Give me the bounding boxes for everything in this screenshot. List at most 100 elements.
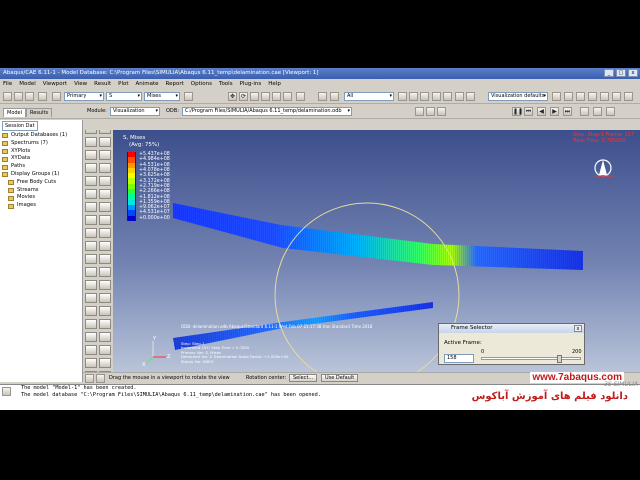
close-button[interactable]: x <box>628 69 638 77</box>
toggle-icon[interactable] <box>432 92 441 101</box>
toolbox-tool-icon[interactable] <box>85 228 97 238</box>
toolbox-tool-icon[interactable] <box>85 345 97 355</box>
box-zoom-icon[interactable] <box>272 92 281 101</box>
view-iso-icon[interactable] <box>588 92 597 101</box>
toolbox-tool-icon[interactable] <box>99 228 111 238</box>
menu-file[interactable]: File <box>3 79 12 89</box>
maximize-button[interactable]: □ <box>616 69 626 77</box>
toolbox-tool-icon[interactable] <box>85 150 97 160</box>
toolbox-tool-icon[interactable] <box>99 345 111 355</box>
toolbox-tool-icon[interactable] <box>99 254 111 264</box>
back-icon[interactable] <box>96 374 105 383</box>
toolbox-tool-icon[interactable] <box>99 150 111 160</box>
magnify-icon[interactable] <box>250 92 259 101</box>
menu-viewport[interactable]: Viewport <box>43 79 67 89</box>
toolbox-tool-icon[interactable] <box>85 137 97 147</box>
toolbox-tool-icon[interactable] <box>99 176 111 186</box>
menu-options[interactable]: Options <box>191 79 212 89</box>
toolbox-tool-icon[interactable] <box>99 358 111 368</box>
toolbox-tool-icon[interactable] <box>99 332 111 342</box>
menu-plot[interactable]: Plot <box>118 79 128 89</box>
toolbox-tool-icon[interactable] <box>85 306 97 316</box>
view-top-icon[interactable] <box>600 92 609 101</box>
cancel-icon[interactable] <box>85 374 94 383</box>
menu-result[interactable]: Result <box>94 79 111 89</box>
toolbox-tool-icon[interactable] <box>99 280 111 290</box>
replace-icon[interactable] <box>330 92 339 101</box>
toolbox-tool-icon[interactable] <box>99 293 111 303</box>
toolbox-tool-icon[interactable] <box>99 202 111 212</box>
view-back-icon[interactable] <box>576 92 585 101</box>
toolbox-tool-icon[interactable] <box>85 189 97 199</box>
close-icon[interactable]: x <box>574 325 582 332</box>
movie-icon[interactable] <box>580 107 589 116</box>
toolbox-tool-icon[interactable] <box>85 163 97 173</box>
last-frame-icon[interactable]: ⏭ <box>563 107 572 116</box>
s-combo[interactable]: S <box>106 92 142 101</box>
minimize-button[interactable]: _ <box>604 69 614 77</box>
camera-icon[interactable] <box>606 107 615 116</box>
toolbox-tool-icon[interactable] <box>85 267 97 277</box>
color-code-icon[interactable] <box>466 92 475 101</box>
frame-slider-track[interactable] <box>481 355 581 363</box>
rotate-icon[interactable]: ⟳ <box>239 92 248 101</box>
field-output-icon[interactable] <box>52 92 61 101</box>
display-group-manager-icon[interactable] <box>420 92 429 101</box>
pause-icon[interactable]: ❚❚ <box>512 107 523 116</box>
print-icon[interactable] <box>38 92 47 101</box>
menu-model[interactable]: Model <box>19 79 36 89</box>
toolbox-tool-icon[interactable] <box>99 215 111 225</box>
toolbox-tool-icon[interactable] <box>99 319 111 329</box>
menu-help[interactable]: Help <box>268 79 281 89</box>
menu-plugins[interactable]: Plug-ins <box>240 79 262 89</box>
all-combo[interactable]: All <box>344 92 394 101</box>
options-icon[interactable] <box>443 92 452 101</box>
toolbox-tool-icon[interactable] <box>99 163 111 173</box>
pan-icon[interactable]: ✥ <box>228 92 237 101</box>
menu-report[interactable]: Report <box>166 79 184 89</box>
toolbox-tool-icon[interactable] <box>99 189 111 199</box>
tree-item[interactable]: XYData <box>2 155 82 163</box>
tree-item[interactable]: Movies <box>2 194 82 202</box>
layers-icon[interactable] <box>426 107 435 116</box>
first-frame-icon[interactable]: ⏮ <box>524 107 533 116</box>
previous-frame-icon[interactable]: ◀ <box>537 107 546 116</box>
toolbox-tool-icon[interactable] <box>85 241 97 251</box>
toolbox-tool-icon[interactable] <box>99 241 111 251</box>
zoom-icon[interactable] <box>261 92 270 101</box>
toolbox-tool-icon[interactable] <box>85 215 97 225</box>
tree-item[interactable]: Images <box>2 202 82 210</box>
toolbox-tool-icon[interactable] <box>85 319 97 329</box>
cycle-views-icon[interactable] <box>296 92 305 101</box>
toolbox-tool-icon[interactable] <box>85 280 97 290</box>
odb-combo[interactable]: C:/Program Files/SIMULIA/Abaqus 6.11_tem… <box>182 107 352 116</box>
tree-item[interactable]: Free Body Cuts <box>2 179 82 187</box>
toolbox-tool-icon[interactable] <box>99 137 111 147</box>
module-combo[interactable]: Visualization <box>110 107 160 116</box>
active-frame-input[interactable]: 158 <box>444 354 474 363</box>
toolbox-tool-icon[interactable] <box>99 306 111 316</box>
tree-item[interactable]: Paths <box>2 163 82 171</box>
tab-results[interactable]: Results <box>26 108 53 117</box>
frame-slider-thumb[interactable] <box>557 355 563 363</box>
tree-item[interactable]: XYPlots <box>2 148 82 156</box>
session-data-combo[interactable]: Session Dat <box>2 121 38 131</box>
message-area-icon[interactable] <box>2 387 11 396</box>
tree-item[interactable]: Display Groups (1) <box>2 171 82 179</box>
auto-fit-icon[interactable] <box>283 92 292 101</box>
select-button[interactable]: Select... <box>289 374 318 382</box>
display-group-icon[interactable] <box>318 92 327 101</box>
view-front-icon[interactable] <box>564 92 573 101</box>
toolbox-tool-icon[interactable] <box>85 332 97 342</box>
visualization-defaults-combo[interactable]: Visualization defaults <box>488 92 548 101</box>
copy-view-icon[interactable] <box>552 92 561 101</box>
redo-icon[interactable] <box>409 92 418 101</box>
tree-item[interactable]: Output Databases (1) <box>2 132 82 140</box>
view-side-icon[interactable] <box>624 92 633 101</box>
tree-item[interactable]: Spectrums (7) <box>2 140 82 148</box>
view-bottom-icon[interactable] <box>612 92 621 101</box>
menu-view[interactable]: View <box>74 79 87 89</box>
step-frame-icon[interactable] <box>184 92 193 101</box>
play-icon[interactable]: ▶ <box>550 107 559 116</box>
undo-icon[interactable] <box>398 92 407 101</box>
